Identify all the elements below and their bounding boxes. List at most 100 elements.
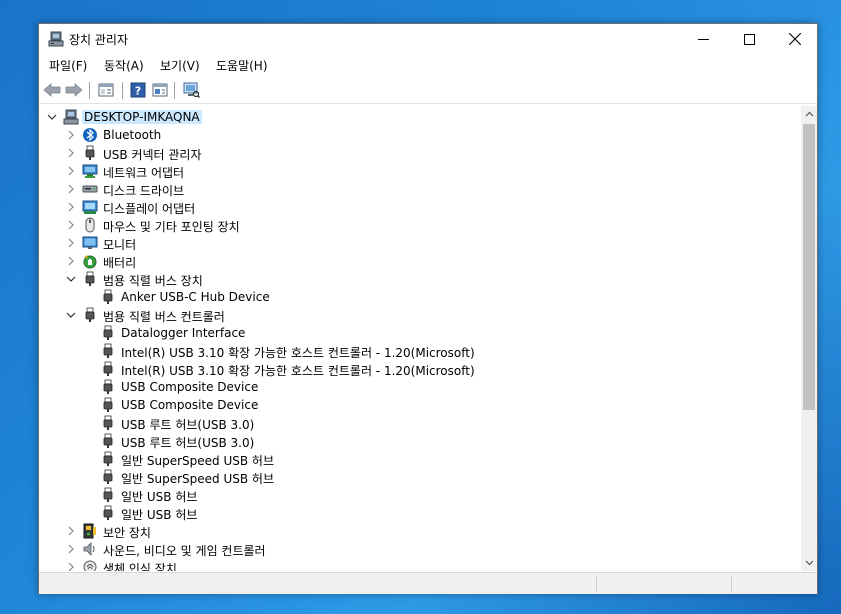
tree-device[interactable]: Intel(R) USB 3.10 확장 가능한 호스트 컨트롤러 - 1.20… — [39, 342, 799, 360]
tree-root[interactable]: DESKTOP-IMKAQNA — [39, 108, 799, 126]
minimize-button[interactable] — [680, 24, 726, 54]
properties-icon — [98, 83, 114, 97]
chevron-right-icon[interactable] — [65, 236, 77, 250]
minimize-icon — [697, 38, 709, 40]
tree-device[interactable]: 일반 SuperSpeed USB 허브 — [39, 468, 799, 486]
tree-item-label: USB 커넥터 관리자 — [103, 148, 202, 162]
chevron-right-icon[interactable] — [65, 128, 77, 142]
usb-plug-icon — [100, 397, 116, 413]
tree-device[interactable]: Intel(R) USB 3.10 확장 가능한 호스트 컨트롤러 - 1.20… — [39, 360, 799, 378]
tree-device[interactable]: USB 루트 허브(USB 3.0) — [39, 432, 799, 450]
scroll-down-button[interactable] — [801, 555, 817, 571]
menu-view[interactable]: 보기(V) — [160, 57, 200, 74]
tree-item-label: USB Composite Device — [121, 380, 259, 394]
tree-device[interactable]: 일반 USB 허브 — [39, 486, 799, 504]
monitor-icon — [82, 235, 98, 251]
tree-category[interactable]: 배터리 — [39, 252, 799, 270]
view-icon — [152, 83, 168, 97]
tree-category[interactable]: 범용 직렬 버스 장치 — [39, 270, 799, 288]
scroll-up-button[interactable] — [801, 106, 817, 122]
chevron-down-icon[interactable] — [46, 110, 58, 124]
title-bar[interactable]: 장치 관리자 — [39, 24, 817, 54]
tree-category[interactable]: 범용 직렬 버스 컨트롤러 — [39, 306, 799, 324]
scan-hardware-button[interactable] — [181, 80, 201, 100]
tree-device[interactable]: Datalogger Interface — [39, 324, 799, 342]
help-icon: ? — [130, 82, 146, 98]
view-button[interactable] — [150, 80, 170, 100]
window-title: 장치 관리자 — [69, 33, 129, 47]
tree-category[interactable]: 사운드, 비디오 및 게임 컨트롤러 — [39, 540, 799, 558]
tree-category[interactable]: 보안 장치 — [39, 522, 799, 540]
usb-plug-icon — [82, 145, 98, 161]
usb-plug-icon — [82, 307, 98, 323]
tree-category[interactable]: USB 커넥터 관리자 — [39, 144, 799, 162]
toolbar-separator — [89, 82, 90, 99]
tree-item-label: 보안 장치 — [103, 526, 151, 540]
tree-item-label: 생체 인식 장치 — [103, 562, 177, 571]
network-adapter-icon — [82, 163, 98, 179]
tree-device[interactable]: USB 루트 허브(USB 3.0) — [39, 414, 799, 432]
tree-category[interactable]: Bluetooth — [39, 126, 799, 144]
status-separator — [731, 576, 732, 592]
tree-item-label: 범용 직렬 버스 컨트롤러 — [103, 310, 225, 324]
close-button[interactable] — [772, 24, 818, 54]
tree-item-label: 범용 직렬 버스 장치 — [103, 274, 203, 288]
usb-plug-icon — [100, 415, 116, 431]
tree-device[interactable]: 일반 SuperSpeed USB 허브 — [39, 450, 799, 468]
properties-button[interactable] — [96, 80, 116, 100]
tree-item-label: 사운드, 비디오 및 게임 컨트롤러 — [103, 544, 266, 558]
tree-device[interactable]: Anker USB-C Hub Device — [39, 288, 799, 306]
menu-help[interactable]: 도움말(H) — [216, 57, 268, 74]
tree-device[interactable]: USB Composite Device — [39, 396, 799, 414]
tree-category[interactable]: 디스플레이 어댑터 — [39, 198, 799, 216]
tree-item-label: Bluetooth — [103, 128, 162, 142]
chevron-right-icon[interactable] — [65, 542, 77, 556]
chevron-right-icon[interactable] — [65, 200, 77, 214]
usb-plug-icon — [100, 433, 116, 449]
bluetooth-icon — [82, 127, 98, 143]
chevron-down-icon[interactable] — [65, 272, 77, 286]
chevron-right-icon[interactable] — [65, 146, 77, 160]
menu-action[interactable]: 동작(A) — [104, 57, 144, 74]
usb-plug-icon — [100, 451, 116, 467]
usb-plug-icon — [100, 361, 116, 377]
chevron-right-icon[interactable] — [65, 182, 77, 196]
display-adapter-icon — [82, 199, 98, 215]
tree-category[interactable]: 모니터 — [39, 234, 799, 252]
disk-drive-icon — [82, 181, 98, 197]
usb-plug-icon — [100, 469, 116, 485]
tree-category[interactable]: 마우스 및 기타 포인팅 장치 — [39, 216, 799, 234]
maximize-button[interactable] — [726, 24, 772, 54]
device-tree[interactable]: DESKTOP-IMKAQNA Bluetooth USB 커넥터 관리자 네트워크… — [39, 106, 801, 571]
chevron-right-icon[interactable] — [65, 218, 77, 232]
usb-plug-icon — [82, 271, 98, 287]
tree-item-label: 디스플레이 어댑터 — [103, 202, 196, 216]
tree-item-label: 일반 SuperSpeed USB 허브 — [121, 472, 275, 486]
menu-file[interactable]: 파일(F) — [49, 57, 87, 74]
chevron-down-icon[interactable] — [65, 308, 77, 322]
usb-plug-icon — [100, 487, 116, 503]
tree-category[interactable]: 디스크 드라이브 — [39, 180, 799, 198]
chevron-right-icon[interactable] — [65, 560, 77, 571]
tree-category[interactable]: 생체 인식 장치 — [39, 558, 799, 571]
chevron-right-icon[interactable] — [65, 254, 77, 268]
tree-item-label: USB 루트 허브(USB 3.0) — [121, 418, 255, 432]
menu-bar: 파일(F) 동작(A) 보기(V) 도움말(H) — [39, 54, 817, 76]
scroll-thumb[interactable] — [803, 124, 815, 410]
chevron-right-icon[interactable] — [65, 164, 77, 178]
tree-item-label: Anker USB-C Hub Device — [121, 290, 270, 304]
tree-item-label: 일반 USB 허브 — [121, 490, 198, 504]
help-button[interactable]: ? — [128, 80, 148, 100]
tree-item-label: Intel(R) USB 3.10 확장 가능한 호스트 컨트롤러 - 1.20… — [121, 364, 475, 378]
vertical-scrollbar[interactable] — [801, 106, 817, 571]
chevron-right-icon[interactable] — [65, 524, 77, 538]
tree-device[interactable]: USB Composite Device — [39, 378, 799, 396]
maximize-icon — [743, 33, 755, 45]
tree-device[interactable]: 일반 USB 허브 — [39, 504, 799, 522]
speaker-icon — [82, 541, 98, 557]
chevron-down-icon — [805, 560, 813, 566]
usb-plug-icon — [100, 343, 116, 359]
tree-category[interactable]: 네트워크 어댑터 — [39, 162, 799, 180]
back-button[interactable] — [42, 80, 62, 100]
forward-button[interactable] — [64, 80, 84, 100]
